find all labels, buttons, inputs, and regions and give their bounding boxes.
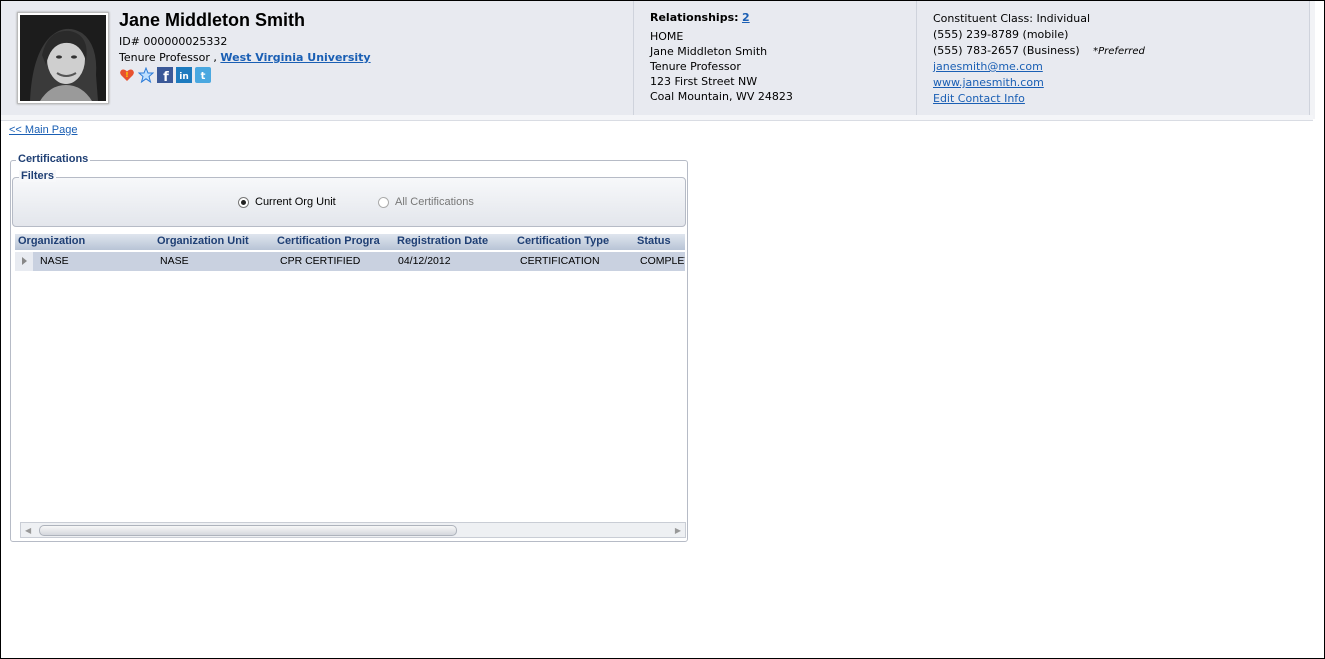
radio-all-certifications[interactable]: All Certifications <box>378 196 474 208</box>
address-name: Jane Middleton Smith <box>650 45 768 58</box>
profile-photo <box>17 12 109 104</box>
grid-header: Organization Organization Unit Certifica… <box>15 234 685 250</box>
header-divider <box>633 1 634 115</box>
column-header[interactable]: Organization Unit <box>157 235 249 247</box>
filters-title: Filters <box>19 170 57 182</box>
address-type: HOME <box>650 30 684 43</box>
certifications-grid: Organization Organization Unit Certifica… <box>15 234 685 520</box>
column-header[interactable]: Certification Progra <box>277 235 380 247</box>
phone-business-line: (555) 783-2657 (Business) *Preferred <box>933 43 1145 60</box>
relationships-count-link[interactable]: 2 <box>742 11 750 24</box>
email-link[interactable]: janesmith@me.com <box>933 59 1043 75</box>
scroll-right-icon[interactable]: ▶ <box>675 526 681 535</box>
social-icons: ! f in t <box>119 67 211 83</box>
main-page-link[interactable]: << Main Page <box>9 124 78 136</box>
radio-selected-icon <box>238 196 249 208</box>
profile-id: ID# 000000025332 <box>119 35 228 48</box>
table-cell: NASE <box>40 255 69 267</box>
heart-badge-icon[interactable]: ! <box>119 67 135 83</box>
radio-all-label: All Certifications <box>395 196 474 208</box>
column-header[interactable]: Organization <box>18 235 85 247</box>
address-city: Coal Mountain, WV 24823 <box>650 90 793 103</box>
address-street: 123 First Street NW <box>650 75 758 88</box>
star-icon[interactable] <box>138 67 154 83</box>
column-header[interactable]: Status <box>637 235 671 247</box>
relationships-line: Relationships: 2 <box>650 11 750 24</box>
profile-title-line: Tenure Professor , West Virginia Univers… <box>119 51 371 64</box>
profile-name: Jane Middleton Smith <box>119 10 306 30</box>
phone-mobile: (555) 239-8789 (mobile) <box>933 28 1069 41</box>
header-divider <box>916 1 917 115</box>
horizontal-scrollbar[interactable]: ◀ ▶ <box>20 522 686 538</box>
certifications-title: Certifications <box>16 153 91 165</box>
relationships-label: Relationships: <box>650 11 739 24</box>
svg-text:in: in <box>179 72 189 82</box>
table-cell: CERTIFICATION <box>520 255 600 267</box>
table-cell: CPR CERTIFIED <box>280 255 361 267</box>
scroll-left-icon[interactable]: ◀ <box>25 526 31 535</box>
twitter-icon[interactable]: t <box>195 67 211 83</box>
radio-current-label: Current Org Unit <box>255 196 336 208</box>
row-expand-icon[interactable] <box>15 252 33 271</box>
university-link[interactable]: West Virginia University <box>220 51 370 64</box>
constituent-class: Constituent Class: Individual <box>933 12 1091 25</box>
radio-unselected-icon <box>378 196 389 208</box>
radio-current-org-unit[interactable]: Current Org Unit <box>238 196 336 208</box>
svg-text:f: f <box>163 70 169 83</box>
svg-text:t: t <box>201 71 206 82</box>
linkedin-icon[interactable]: in <box>176 67 192 83</box>
header-edge <box>1309 1 1315 119</box>
filters-panel <box>12 177 686 227</box>
facebook-icon[interactable]: f <box>157 67 173 83</box>
column-header[interactable]: Registration Date <box>397 235 488 247</box>
edit-contact-link[interactable]: Edit Contact Info <box>933 91 1025 107</box>
table-row[interactable]: NASE NASE CPR CERTIFIED 04/12/2012 CERTI… <box>15 252 685 271</box>
table-cell: 04/12/2012 <box>398 255 451 267</box>
preferred-note: *Preferred <box>1093 46 1145 57</box>
table-cell: NASE <box>160 255 189 267</box>
profile-title: Tenure Professor , <box>119 51 217 64</box>
phone-business: (555) 783-2657 (Business) <box>933 44 1080 57</box>
address-title: Tenure Professor <box>650 60 741 73</box>
table-cell: COMPLET <box>640 255 685 267</box>
svg-text:!: ! <box>125 71 128 79</box>
website-link[interactable]: www.janesmith.com <box>933 75 1044 91</box>
column-header[interactable]: Certification Type <box>517 235 609 247</box>
header-bottom-bar <box>1 115 1313 121</box>
scrollbar-thumb[interactable] <box>39 525 457 536</box>
